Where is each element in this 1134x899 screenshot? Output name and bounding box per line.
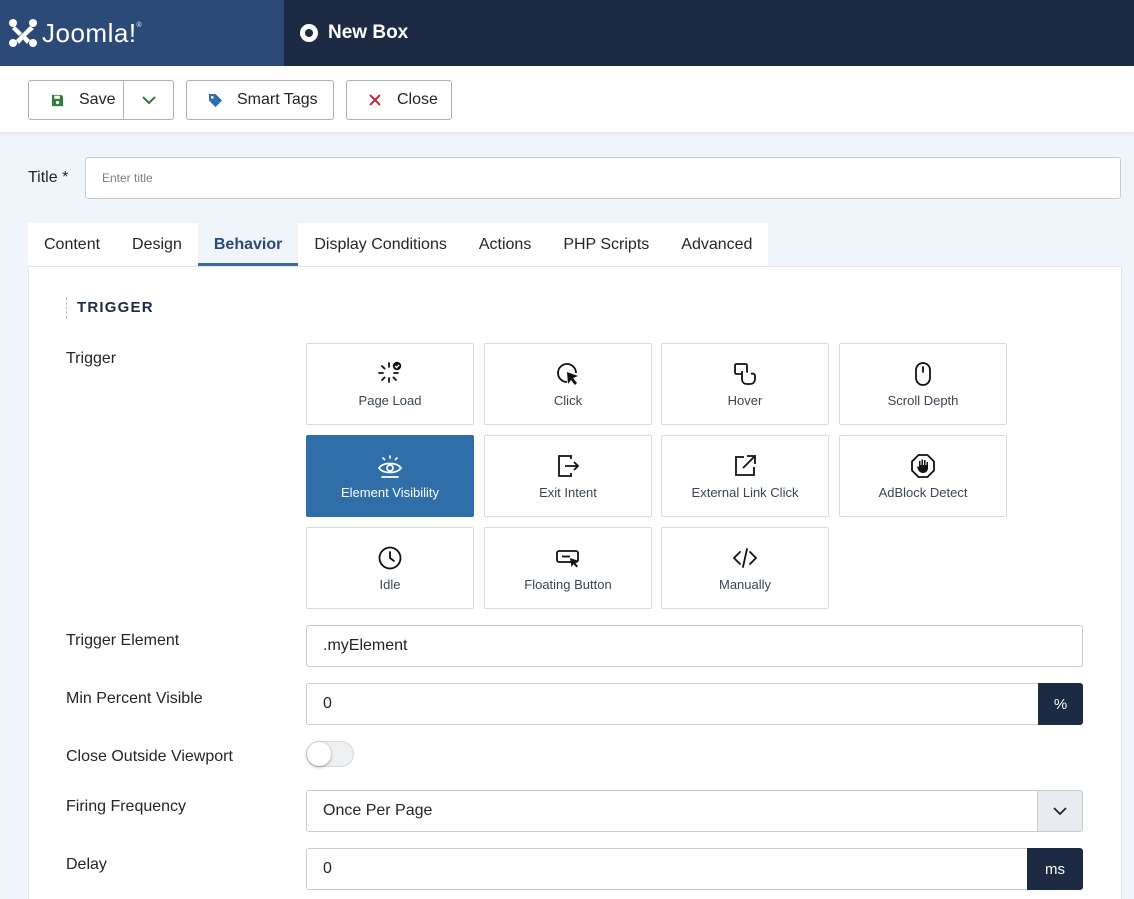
- delay-unit: ms: [1027, 848, 1083, 890]
- trigger-label-text: Scroll Depth: [887, 392, 959, 408]
- min-percent-label: Min Percent Visible: [66, 690, 203, 707]
- smart-tags-button[interactable]: Smart Tags: [186, 80, 334, 120]
- eye-icon: [377, 454, 403, 478]
- floating-button-icon: [556, 549, 579, 567]
- close-outside-toggle[interactable]: [306, 741, 354, 767]
- toolbar: Save Smart Tags Close: [0, 66, 1134, 132]
- trigger-label-text: Manually: [718, 576, 772, 592]
- save-button[interactable]: Save: [29, 81, 125, 119]
- trigger-external-link-click[interactable]: External Link Click: [661, 435, 829, 517]
- clock-icon: [378, 546, 402, 569]
- tab-display-conditions[interactable]: Display Conditions: [298, 223, 463, 266]
- trigger-element-visibility[interactable]: Element Visibility: [306, 435, 474, 517]
- save-dropdown-toggle[interactable]: [124, 81, 173, 119]
- trigger-label-text: External Link Click: [691, 484, 799, 500]
- trigger-label-text: AdBlock Detect: [878, 484, 968, 500]
- trigger-adblock-detect[interactable]: AdBlock Detect: [839, 435, 1007, 517]
- trigger-click[interactable]: Click: [484, 343, 652, 425]
- joomla-logo[interactable]: Joomla!®: [0, 0, 284, 66]
- trigger-label-text: Floating Button: [524, 576, 612, 592]
- trigger-idle[interactable]: Idle: [306, 527, 474, 609]
- trigger-manually[interactable]: Manually: [661, 527, 829, 609]
- tab-behavior[interactable]: Behavior: [197, 223, 299, 266]
- page-title: New Box: [328, 22, 409, 43]
- adblock-icon: [911, 453, 935, 478]
- trigger-label-text: Click: [553, 392, 583, 408]
- close-button[interactable]: Close: [346, 80, 452, 120]
- tab-content[interactable]: Content: [28, 223, 116, 266]
- save-label: Save: [79, 91, 116, 108]
- trigger-label-text: Page Load: [358, 392, 422, 408]
- tag-icon: [207, 92, 223, 108]
- page-load-icon: [378, 361, 402, 383]
- chevron-down-icon: [1053, 807, 1067, 816]
- trigger-element-label: Trigger Element: [66, 632, 180, 649]
- tab-bar: Content Design Behavior Display Conditio…: [28, 223, 769, 266]
- firing-frequency-label: Firing Frequency: [66, 798, 187, 815]
- page-title-area: New Box: [300, 0, 408, 66]
- firing-frequency-dropdown[interactable]: [1037, 790, 1083, 832]
- code-icon: [732, 547, 758, 568]
- percent-unit: %: [1038, 683, 1083, 725]
- save-button-group: Save: [28, 80, 174, 120]
- title-input[interactable]: [85, 157, 1121, 199]
- section-heading: TRIGGER: [66, 297, 154, 319]
- close-outside-label: Close Outside Viewport: [66, 748, 233, 765]
- click-icon: [557, 362, 578, 385]
- trigger-scroll-depth[interactable]: Scroll Depth: [839, 343, 1007, 425]
- trigger-label-text: Idle: [379, 576, 401, 592]
- tab-php-scripts[interactable]: PHP Scripts: [547, 223, 665, 266]
- smart-tags-label: Smart Tags: [237, 91, 318, 108]
- save-icon: [49, 92, 65, 108]
- box-icon: [300, 24, 318, 42]
- tab-design[interactable]: Design: [116, 223, 198, 266]
- trigger-label-text: Exit Intent: [539, 484, 597, 500]
- trigger-label-text: Hover: [727, 392, 763, 408]
- title-label: Title *: [28, 169, 69, 186]
- external-link-icon: [735, 454, 756, 476]
- trigger-hover[interactable]: Hover: [661, 343, 829, 425]
- logo-text: Joomla!®: [42, 17, 143, 48]
- toggle-knob: [307, 742, 331, 766]
- trigger-floating-button[interactable]: Floating Button: [484, 527, 652, 609]
- trigger-label-text: Element Visibility: [340, 484, 440, 500]
- min-percent-input[interactable]: 0: [306, 683, 1039, 725]
- delay-label: Delay: [66, 856, 107, 873]
- joomla-logo-icon: [9, 19, 37, 47]
- app-header: Joomla!® New Box: [0, 0, 1134, 66]
- trigger-exit-intent[interactable]: Exit Intent: [484, 435, 652, 517]
- trigger-page-load[interactable]: Page Load: [306, 343, 474, 425]
- close-label: Close: [397, 91, 438, 108]
- chevron-down-icon: [141, 96, 156, 105]
- tab-actions[interactable]: Actions: [463, 223, 547, 266]
- trigger-label: Trigger: [66, 350, 117, 367]
- trigger-element-input[interactable]: .myElement: [306, 625, 1083, 667]
- hover-icon: [734, 362, 756, 385]
- delay-input[interactable]: 0: [306, 848, 1028, 890]
- mouse-icon: [915, 361, 931, 386]
- close-icon: [367, 92, 383, 108]
- exit-icon: [558, 454, 580, 477]
- tab-advanced[interactable]: Advanced: [665, 223, 768, 266]
- firing-frequency-select[interactable]: Once Per Page: [306, 790, 1038, 832]
